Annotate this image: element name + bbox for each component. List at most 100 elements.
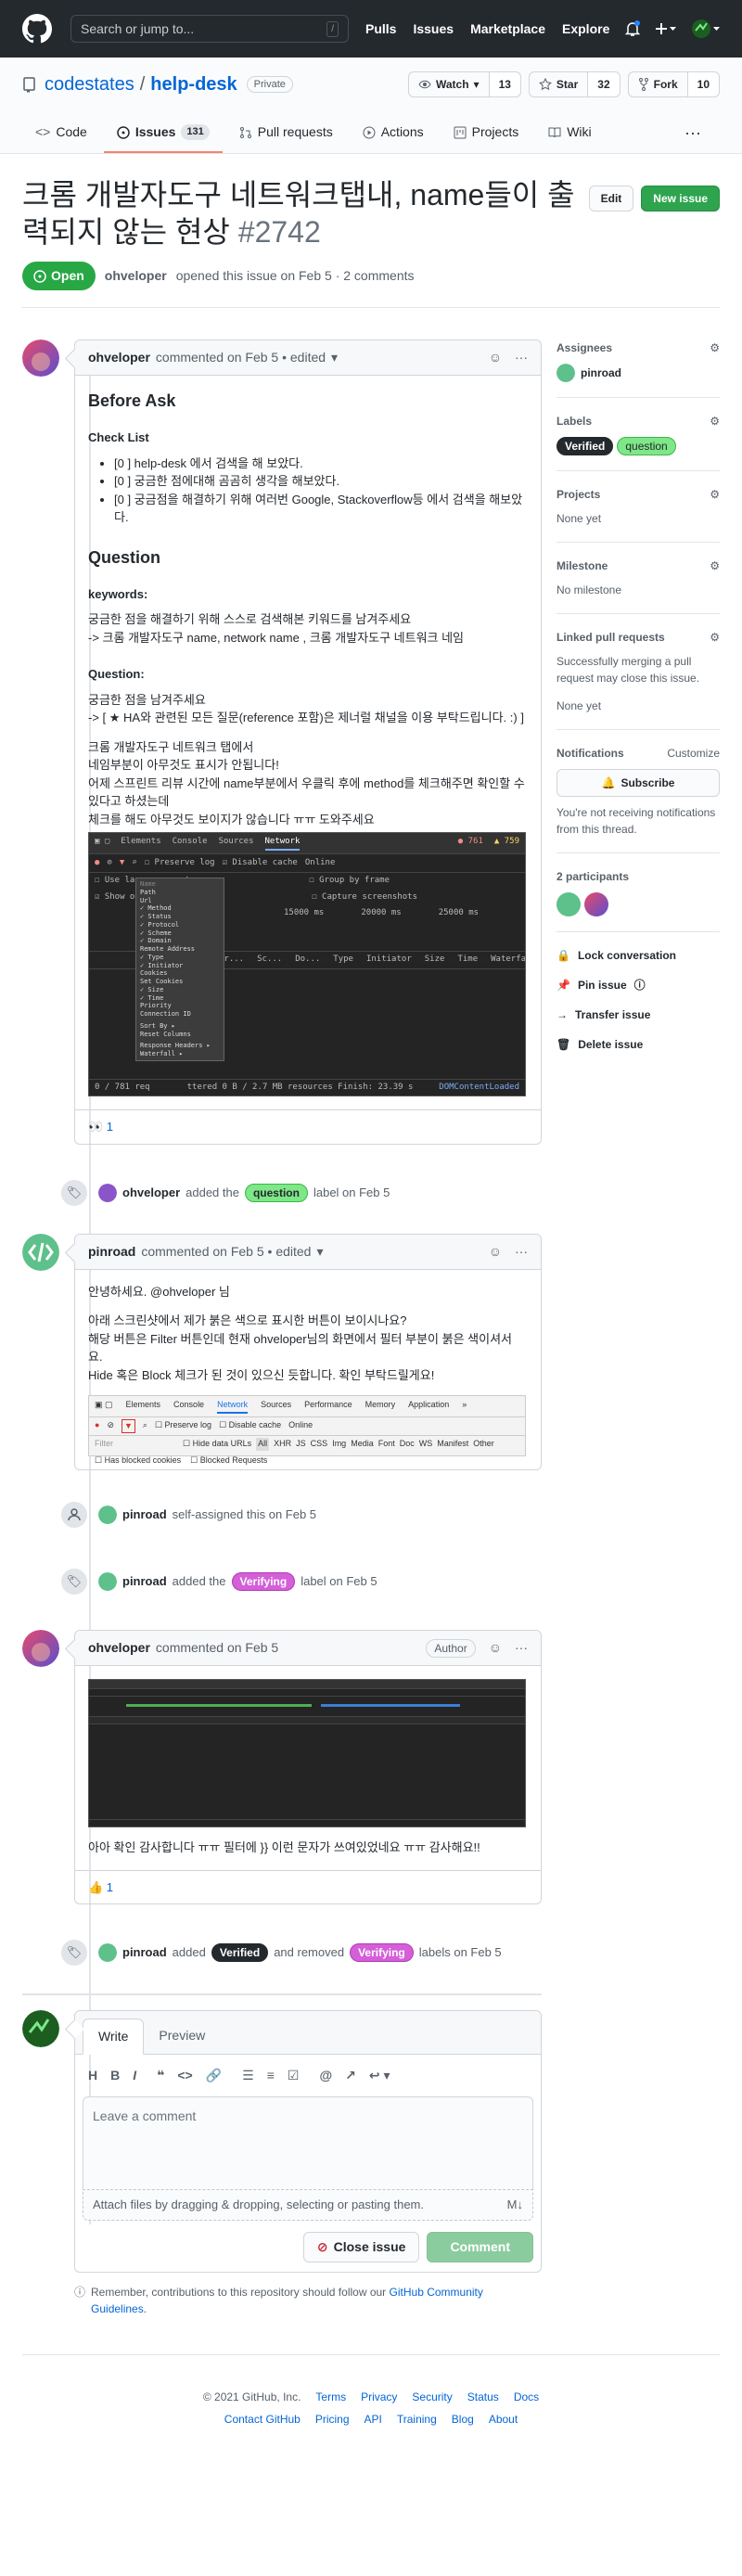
milestone-header[interactable]: Milestone ⚙	[556, 557, 720, 574]
more-tabs-button[interactable]: ···	[666, 115, 720, 153]
footer-link[interactable]: Pricing	[315, 2411, 350, 2428]
repo-owner-link[interactable]: codestates	[45, 70, 134, 98]
menu-item[interactable]: ✓ Type	[140, 954, 220, 962]
smiley-icon[interactable]: ☺	[489, 1638, 502, 1658]
menu-item[interactable]: ✓ Initiator	[140, 962, 220, 970]
column-context-menu[interactable]: Name Path Url ✓ Method ✓ Status ✓ Protocol ✓ S…	[135, 878, 224, 1061]
event-actor[interactable]: pinroad	[122, 1572, 167, 1591]
subscribe-button[interactable]: 🔔 Subscribe	[556, 769, 720, 797]
avatar[interactable]	[98, 1943, 117, 1962]
avatar[interactable]	[98, 1183, 117, 1202]
footer-link[interactable]: Blog	[452, 2411, 474, 2428]
devtools-screenshot-3[interactable]	[88, 1679, 526, 1827]
plus-dropdown-icon[interactable]	[655, 21, 677, 36]
cross-reference-icon[interactable]: ↗	[345, 2066, 356, 2085]
comment-textarea[interactable]: Leave a comment	[83, 2096, 533, 2189]
quote-icon[interactable]: ❝	[157, 2066, 164, 2085]
footer-link[interactable]: Contact GitHub	[224, 2411, 301, 2428]
gear-icon[interactable]: ⚙	[710, 629, 720, 646]
reaction-eyes[interactable]: 👀 1	[75, 1109, 541, 1144]
tab-actions[interactable]: Actions	[350, 115, 437, 153]
footer-link[interactable]: Privacy	[361, 2389, 397, 2405]
search-input[interactable]: Search or jump to... /	[70, 15, 349, 43]
reaction-thumbsup[interactable]: 👍 1	[75, 1869, 541, 1904]
gear-icon[interactable]: ⚙	[710, 486, 720, 503]
menu-item[interactable]: Reset Columns	[140, 1031, 220, 1039]
footer-link[interactable]: Security	[412, 2389, 452, 2405]
issue-author-link[interactable]: ohveloper	[105, 266, 167, 286]
gear-icon[interactable]: ⚙	[710, 413, 720, 429]
label-verified[interactable]: Verified	[556, 437, 614, 455]
avatar[interactable]	[22, 2010, 59, 2047]
task-list-icon[interactable]: ☑	[288, 2066, 300, 2085]
menu-item[interactable]: Response Headers ▸	[140, 1042, 220, 1050]
menu-item[interactable]: Name	[140, 880, 220, 889]
mention-icon[interactable]: @	[319, 2066, 332, 2085]
pin-issue[interactable]: 📌 Pin issue ⓘ	[556, 977, 720, 993]
assignees-header[interactable]: Assignees ⚙	[556, 340, 720, 356]
star-button[interactable]: Star 32	[528, 71, 620, 97]
gear-icon[interactable]: ⚙	[710, 557, 720, 574]
kebab-icon[interactable]: ···	[515, 1638, 528, 1658]
menu-item[interactable]: ✓ Time	[140, 994, 220, 1003]
menu-item[interactable]: Connection ID	[140, 1010, 220, 1019]
bullet-list-icon[interactable]: ☰	[242, 2066, 254, 2085]
repo-name-link[interactable]: help-desk	[150, 70, 237, 98]
star-count[interactable]: 32	[587, 72, 620, 96]
event-actor[interactable]: pinroad	[122, 1943, 167, 1962]
footer-link[interactable]: Docs	[514, 2389, 539, 2405]
footer-link[interactable]: Status	[467, 2389, 499, 2405]
attach-files[interactable]: Attach files by dragging & dropping, sel…	[83, 2189, 533, 2221]
devtools-screenshot-1[interactable]: ▣ ▢ Elements Console Sources Network ● 7…	[88, 832, 526, 1096]
new-issue-button[interactable]: New issue	[641, 186, 720, 211]
menu-item[interactable]: ✓ Size	[140, 986, 220, 994]
avatar[interactable]	[22, 1233, 59, 1271]
menu-item[interactable]: ✓ Protocol	[140, 921, 220, 929]
link-icon[interactable]: 🔗	[206, 2066, 222, 2085]
nav-issues[interactable]: Issues	[413, 19, 454, 39]
watch-button[interactable]: Watch ▾ 13	[407, 71, 521, 97]
nav-explore[interactable]: Explore	[562, 19, 609, 39]
menu-item[interactable]: Remote Address	[140, 945, 220, 954]
avatar[interactable]	[556, 892, 581, 916]
footer-link[interactable]: API	[365, 2411, 382, 2428]
lock-conversation[interactable]: 🔒 Lock conversation	[556, 947, 720, 964]
avatar[interactable]	[98, 1572, 117, 1591]
fork-button[interactable]: Fork 10	[627, 71, 720, 97]
fork-count[interactable]: 10	[686, 72, 719, 96]
chevron-down-icon[interactable]: ▾	[331, 348, 338, 367]
label-question[interactable]: question	[244, 1183, 308, 1202]
markdown-icon[interactable]: M↓	[507, 2196, 523, 2214]
gear-icon[interactable]: ⚙	[710, 340, 720, 356]
assignee-item[interactable]: pinroad	[556, 364, 720, 382]
tab-pull-requests[interactable]: Pull requests	[226, 115, 346, 153]
comment-author[interactable]: pinroad	[88, 1242, 135, 1262]
labels-header[interactable]: Labels ⚙	[556, 413, 720, 429]
bell-icon[interactable]	[625, 20, 640, 37]
github-logo-icon[interactable]	[22, 14, 52, 44]
tab-wiki[interactable]: Wiki	[535, 115, 604, 153]
smiley-icon[interactable]: ☺	[489, 1242, 502, 1262]
menu-item[interactable]: Priority	[140, 1002, 220, 1010]
avatar[interactable]	[584, 892, 608, 916]
event-actor[interactable]: ohveloper	[122, 1184, 180, 1202]
bold-icon[interactable]: B	[110, 2066, 120, 2085]
event-actor[interactable]: pinroad	[122, 1506, 167, 1524]
tab-projects[interactable]: Projects	[441, 115, 532, 153]
menu-item[interactable]: ✓ Scheme	[140, 929, 220, 938]
label-question[interactable]: question	[617, 437, 676, 455]
edit-button[interactable]: Edit	[588, 186, 634, 211]
label-verifying[interactable]: Verifying	[231, 1572, 296, 1591]
tab-issues[interactable]: Issues 131	[103, 115, 223, 153]
comment-author[interactable]: ohveloper	[88, 348, 150, 367]
heading-icon[interactable]: H	[88, 2066, 97, 2085]
chevron-down-icon[interactable]: ▾	[316, 1242, 323, 1262]
menu-item[interactable]: ✓ Method	[140, 904, 220, 913]
devtools-screenshot-2[interactable]: ▣ ▢ Elements Console Network Sources Perform…	[88, 1395, 526, 1465]
menu-item[interactable]: Cookies	[140, 969, 220, 978]
avatar[interactable]	[22, 1630, 59, 1667]
comment-author[interactable]: ohveloper	[88, 1638, 150, 1658]
menu-item[interactable]: Url	[140, 897, 220, 905]
smiley-icon[interactable]: ☺	[489, 348, 502, 367]
menu-item[interactable]: ✓ Status	[140, 913, 220, 921]
